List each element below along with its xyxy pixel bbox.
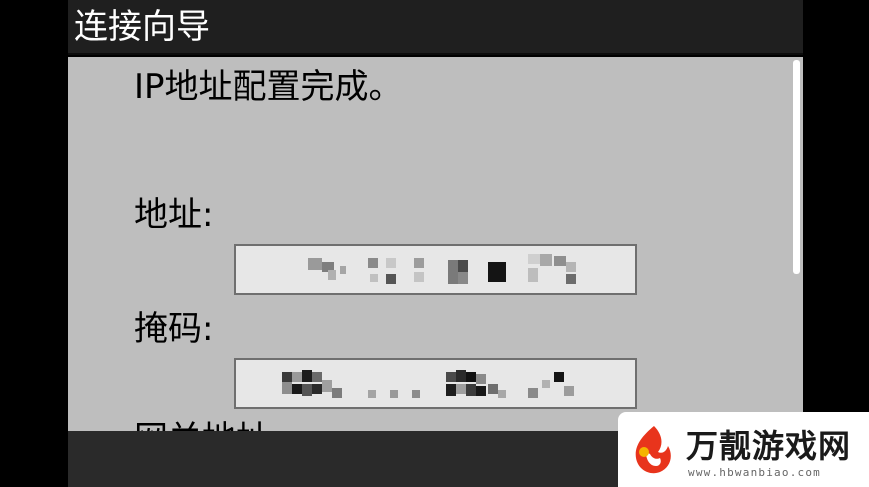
address-label: 地址: <box>134 195 214 235</box>
title-bar: 连接向导 <box>68 0 803 55</box>
status-message: IP地址配置完成。 <box>134 67 403 107</box>
mask-value-field <box>234 358 637 409</box>
scrollbar-track[interactable] <box>790 57 803 431</box>
watermark-name: 万靓游戏网 <box>686 427 852 465</box>
mask-pixelated-value <box>282 370 574 398</box>
mask-label: 掩码: <box>134 309 214 349</box>
address-pixelated-value <box>308 254 576 284</box>
device-screen: 连接向导 IP地址配置完成。 地址: 掩码: 万靓游戏网 www.hbwanbi… <box>0 0 869 487</box>
watermark-url: www.hbwanbiao.com <box>688 466 821 479</box>
wizard-content-panel[interactable]: IP地址配置完成。 地址: 掩码: <box>68 57 790 431</box>
gateway-label: 网关地址 <box>134 419 270 431</box>
address-value-field <box>234 244 637 295</box>
watermark-badge: 万靓游戏网 www.hbwanbiao.com <box>618 412 869 487</box>
flame-leaf-logo-icon <box>635 426 671 474</box>
window-title: 连接向导 <box>74 7 210 47</box>
scrollbar-thumb[interactable] <box>793 60 800 274</box>
